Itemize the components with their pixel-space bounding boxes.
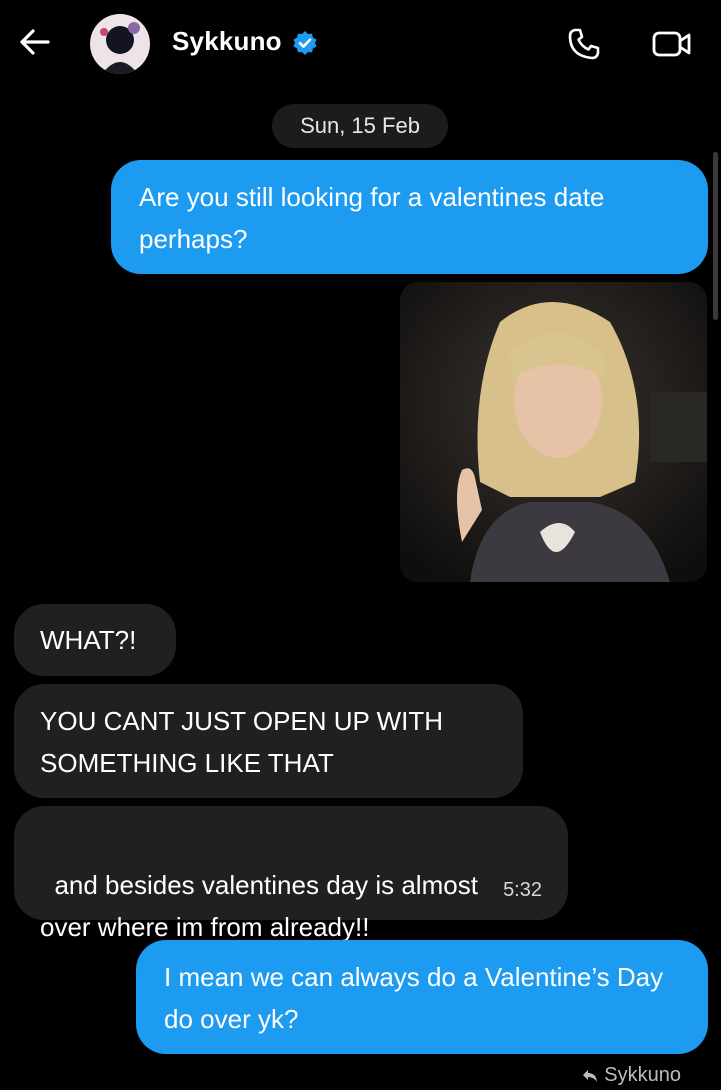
call-button[interactable]: [562, 22, 606, 66]
gif-message[interactable]: [400, 282, 707, 582]
message-timestamp: 5:32: [503, 879, 542, 901]
avatar-image: [90, 14, 150, 74]
phone-icon: [568, 28, 600, 60]
gif-image: [400, 282, 707, 582]
video-camera-icon: [652, 31, 691, 57]
reply-arrow-icon: [583, 1069, 598, 1082]
verified-badge-icon: [293, 31, 317, 55]
message-bubble-sent[interactable]: Are you still looking for a valentines d…: [111, 160, 708, 274]
message-bubble-received[interactable]: and besides valentines day is almost ove…: [14, 806, 568, 942]
message-bubble-received[interactable]: YOU CANT JUST OPEN UP WITH SOMETHING LIK…: [14, 684, 523, 798]
reply-indicator-name: Sykkuno: [604, 1064, 681, 1086]
date-separator: Sun, 15 Feb: [272, 104, 448, 148]
chat-header: Sykkuno: [0, 0, 721, 90]
arrow-left-icon: [20, 29, 50, 55]
message-bubble-sent[interactable]: I mean we can always do a Valentine’s Da…: [136, 940, 708, 1054]
contact-name[interactable]: Sykkuno: [172, 26, 282, 57]
message-bubble-received[interactable]: WHAT?!: [14, 604, 176, 676]
reply-indicator: Sykkuno: [582, 1064, 681, 1087]
back-button[interactable]: [14, 24, 54, 60]
avatar[interactable]: [90, 14, 150, 74]
message-text: and besides valentines day is almost ove…: [40, 870, 478, 942]
scrollbar[interactable]: [713, 152, 718, 320]
video-call-button[interactable]: [648, 22, 696, 66]
